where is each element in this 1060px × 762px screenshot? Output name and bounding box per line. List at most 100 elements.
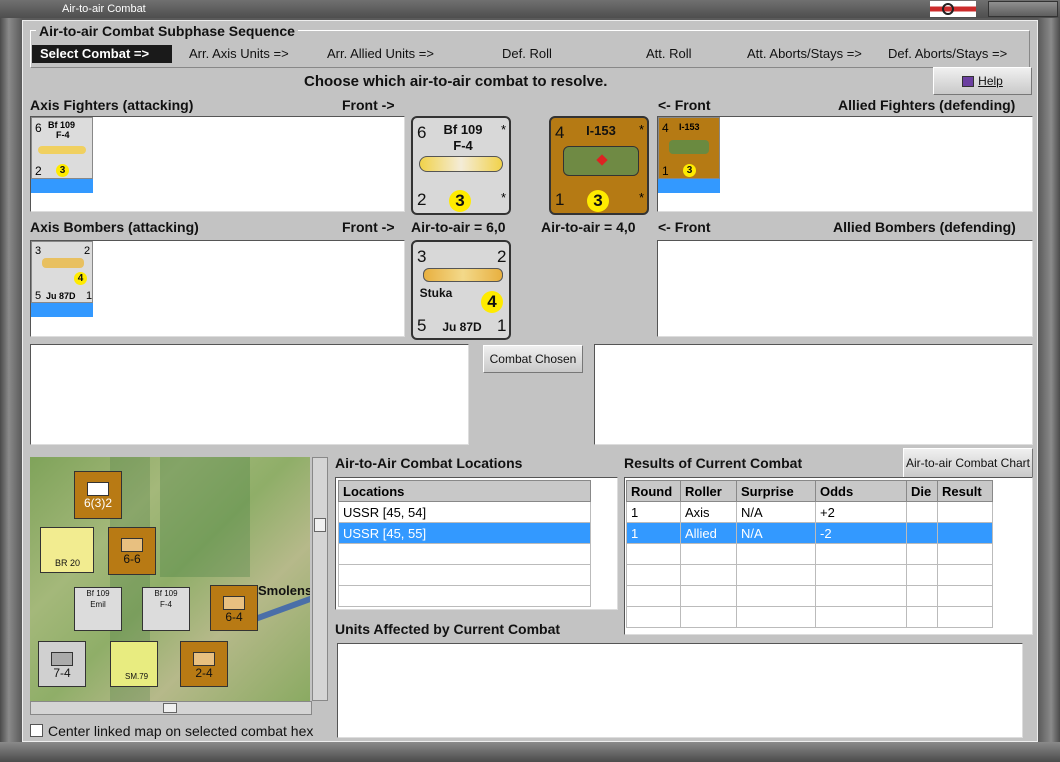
- axis-fighter-counter-small[interactable]: 6 Bf 109 F-4 2 3: [31, 117, 93, 179]
- step-attacker-aborts[interactable]: Att. Aborts/Stays =>: [747, 46, 862, 61]
- i153-star-bottom: *: [639, 190, 645, 205]
- small-ju87-tr: 2: [84, 245, 91, 257]
- cell-result: [937, 501, 993, 523]
- units-affected-title: Units Affected by Current Combat: [335, 621, 561, 637]
- help-book-icon: [962, 76, 975, 88]
- small-bf109-attack: 6: [35, 121, 42, 135]
- col-roller[interactable]: Roller: [680, 480, 737, 502]
- center-map-checkbox[interactable]: [30, 724, 43, 737]
- location-row-selected[interactable]: USSR [45, 55]: [338, 522, 591, 544]
- allied-fighters-label: Allied Fighters (defending): [838, 97, 1016, 113]
- ju87-bl: 5: [417, 316, 427, 335]
- help-label: Help: [978, 74, 1003, 88]
- map-unit-counter-bf109-a[interactable]: Bf 109 Emil: [74, 587, 122, 631]
- ju87-counter-large: 3 2 Stuka 4 5 Ju 87D 1: [411, 240, 511, 340]
- map-unit-counter-sm79[interactable]: SM.79: [110, 641, 158, 687]
- step-defender-roll[interactable]: Def. Roll: [502, 46, 552, 61]
- i153-attack: 4: [555, 123, 565, 142]
- location-row[interactable]: USSR [45, 54]: [338, 501, 591, 523]
- col-die[interactable]: Die: [906, 480, 938, 502]
- col-odds[interactable]: Odds: [815, 480, 907, 502]
- step-arrange-allied[interactable]: Arr. Allied Units =>: [327, 46, 434, 61]
- step-attacker-roll[interactable]: Att. Roll: [646, 46, 692, 61]
- axis-fighters-label: Axis Fighters (attacking): [30, 97, 194, 113]
- help-button[interactable]: Help: [933, 67, 1032, 95]
- map-horizontal-thumb[interactable]: [163, 703, 177, 713]
- axis-bomber-counter-small[interactable]: 3 2 4 5 Ju 87D 1: [31, 241, 93, 303]
- locations-title: Air-to-Air Combat Locations: [335, 455, 523, 471]
- map-vertical-scrollbar[interactable]: [312, 457, 328, 701]
- small-ju87-bl: 5: [35, 290, 42, 302]
- bf109-attack: 6: [417, 123, 427, 142]
- location-row-empty: [338, 564, 591, 586]
- ju87-model: Ju 87D: [442, 320, 482, 334]
- small-i153-plane-icon: [669, 140, 709, 154]
- col-result[interactable]: Result: [937, 480, 993, 502]
- cell-surprise: N/A: [736, 501, 816, 523]
- map-vertical-thumb[interactable]: [314, 518, 326, 532]
- results-table-box[interactable]: Round Roller Surprise Odds Die Result 1 …: [624, 477, 1033, 635]
- allied-bombers-front: <- Front: [658, 219, 711, 235]
- small-bf109-range: 3: [56, 164, 69, 177]
- cell-surprise: N/A: [736, 522, 816, 544]
- nation-flag-icon: [930, 1, 976, 17]
- map-unit-counter-br20[interactable]: BR 20: [40, 527, 94, 573]
- small-bf109-defense: 2: [35, 164, 42, 178]
- cell-round: 1: [626, 522, 681, 544]
- small-bf109-model: F-4: [56, 130, 70, 140]
- bf109-counter-large: 6 Bf 109 F-4 * 2 3 *: [411, 116, 511, 215]
- result-row[interactable]: 1 Axis N/A +2: [626, 501, 993, 523]
- locations-list[interactable]: Locations USSR [45, 54] USSR [45, 55]: [335, 477, 618, 610]
- ju87-tr: 2: [497, 247, 507, 266]
- bf109-model: F-4: [453, 138, 473, 153]
- map-unit-counter-1[interactable]: 6(3)2: [74, 471, 122, 519]
- linked-map[interactable]: 6(3)2 6-6 BR 20 Bf 109 Emil Bf 109 F-4 6-4…: [30, 457, 310, 701]
- small-i153-attack: 4: [662, 121, 669, 135]
- result-row-selected[interactable]: 1 Allied N/A -2: [626, 522, 993, 544]
- allied-bombers-list[interactable]: [657, 240, 1033, 337]
- window-title: Air-to-air Combat: [62, 3, 146, 15]
- allied-fighters-front: <- Front: [658, 97, 711, 113]
- air-combat-chart-button[interactable]: Air-to-air Combat Chart: [903, 448, 1033, 478]
- axis-bombers-label: Axis Bombers (attacking): [30, 219, 199, 235]
- map-unit-counter-2[interactable]: 6-6: [108, 527, 156, 575]
- map-unit-counter-bf109-b[interactable]: Bf 109 F-4: [142, 587, 190, 631]
- map-unit-counter-3[interactable]: 6-4: [210, 585, 258, 631]
- map-horizontal-scrollbar[interactable]: [30, 701, 312, 715]
- location-row-empty: [338, 543, 591, 565]
- small-i153-range: 3: [683, 164, 696, 177]
- bf109-plane-icon: [419, 156, 503, 172]
- i153-counter-large: 4 I-153 * 1 3 *: [549, 116, 649, 215]
- step-arrange-axis[interactable]: Arr. Axis Units =>: [189, 46, 289, 61]
- sequence-title: Air-to-air Combat Subphase Sequence: [36, 23, 298, 39]
- step-select-combat[interactable]: Select Combat =>: [32, 45, 172, 63]
- axis-info-box: [30, 344, 469, 445]
- allied-fighter-counter-small[interactable]: 4 I-153 1 3: [658, 117, 720, 179]
- i153-plane-icon: [563, 146, 639, 176]
- axis-air-to-air-value: Air-to-air = 6,0: [411, 219, 506, 235]
- title-bar: Air-to-air Combat: [0, 0, 1060, 18]
- application-window: Air-to-air Combat Air-to-air Combat Subp…: [0, 0, 1060, 762]
- map-unit-counter-4[interactable]: 7-4: [38, 641, 86, 687]
- small-bf109-plane-icon: [38, 146, 86, 154]
- window-controls[interactable]: [988, 1, 1058, 17]
- col-surprise[interactable]: Surprise: [736, 480, 816, 502]
- cell-roller: Axis: [680, 501, 737, 523]
- col-round[interactable]: Round: [626, 480, 681, 502]
- window-frame-left: [0, 18, 22, 762]
- units-affected-list[interactable]: [337, 643, 1023, 738]
- allied-info-box: [594, 344, 1033, 445]
- small-ju87-tl: 3: [35, 245, 42, 257]
- i153-defense: 1: [555, 190, 565, 209]
- prompt-text: Choose which air-to-air combat to resolv…: [304, 73, 608, 90]
- map-unit-counter-5[interactable]: 2-4: [180, 641, 228, 687]
- bf109-defense: 2: [417, 190, 427, 209]
- combat-chosen-button[interactable]: Combat Chosen: [483, 345, 583, 373]
- results-title: Results of Current Combat: [624, 455, 803, 471]
- map-city-label: Smolensk: [258, 583, 310, 598]
- bf109-range: 3: [449, 190, 471, 212]
- axis-fighters-front: Front ->: [342, 97, 395, 113]
- locations-header[interactable]: Locations: [338, 480, 591, 502]
- step-defender-aborts[interactable]: Def. Aborts/Stays =>: [888, 46, 1007, 61]
- ju87-plane-icon: [423, 268, 503, 282]
